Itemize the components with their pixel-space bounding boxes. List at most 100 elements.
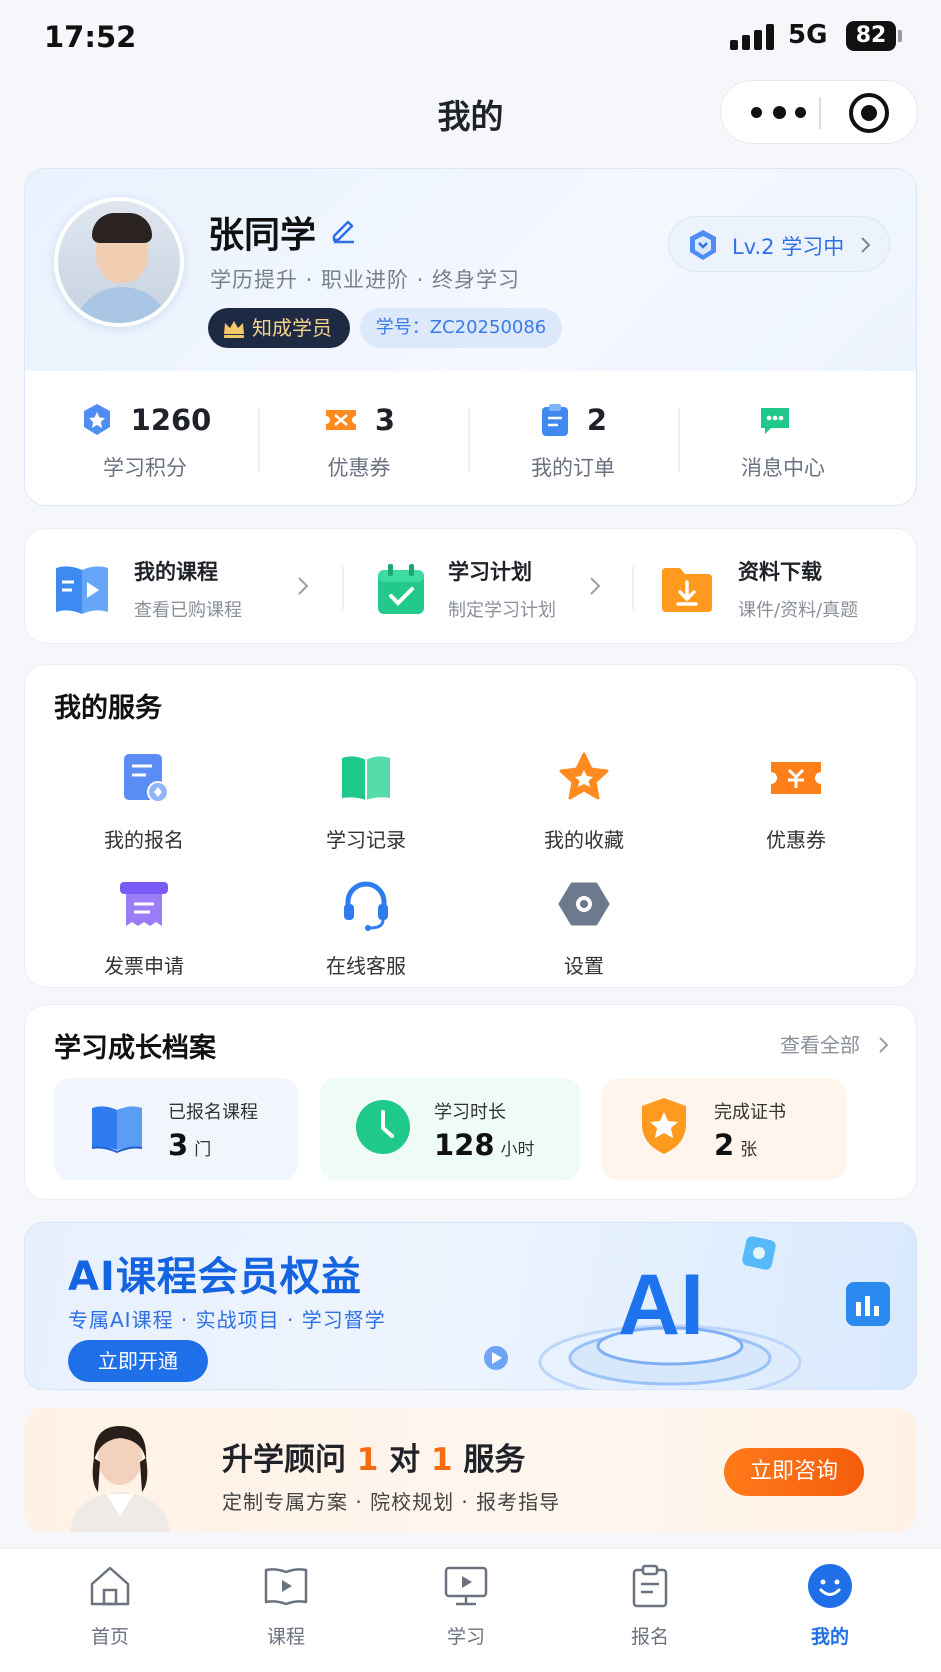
stat-orders[interactable]: 2 我的订单 (468, 400, 678, 482)
study-monitor-icon (444, 1566, 488, 1606)
advisor-title-text: 对 (378, 1442, 431, 1478)
service-invoice[interactable]: 发票申请 (54, 876, 234, 979)
service-label: 我的收藏 (544, 828, 624, 852)
growth-item-certificates[interactable]: 完成证书 2张 (602, 1078, 846, 1180)
tab-courses[interactable]: 课程 (226, 1562, 346, 1649)
tab-home[interactable]: 首页 (50, 1562, 170, 1649)
settings-icon (558, 882, 610, 926)
service-online-support[interactable]: 在线客服 (276, 876, 456, 979)
service-label: 学习记录 (326, 828, 406, 852)
consult-button[interactable]: 立即咨询 (724, 1448, 864, 1496)
stat-value: 1260 (130, 403, 212, 437)
close-target-icon[interactable] (849, 93, 889, 133)
advisor-title-highlight: 1 (356, 1442, 379, 1478)
status-time: 17:52 (44, 20, 137, 54)
ai-banner-title: AI课程会员权益 (68, 1254, 362, 1300)
tab-mine[interactable]: 我的 (770, 1562, 890, 1649)
service-study-record[interactable]: 学习记录 (276, 750, 456, 853)
service-label: 我的报名 (104, 828, 184, 852)
chevron-right-icon (298, 577, 309, 595)
user-tagline: 学历提升 · 职业进阶 · 终身学习 (210, 268, 521, 292)
book-open-icon (342, 756, 390, 800)
advisor-title: 升学顾问 1 对 1 服务 (222, 1434, 525, 1479)
quick-link-subtitle: 制定学习计划 (448, 600, 556, 621)
quick-link-subtitle: 查看已购课程 (134, 600, 242, 621)
growth-title: 学习成长档案 (54, 1033, 216, 1064)
view-all-link[interactable]: 查看全部 (780, 1029, 890, 1058)
advisor-title-text: 升学顾问 (222, 1442, 357, 1478)
tab-label: 我的 (810, 1626, 849, 1648)
student-id-badge: 学号：ZC20250086 (360, 308, 562, 348)
avatar[interactable] (54, 197, 184, 327)
tab-label: 学习 (446, 1626, 485, 1648)
user-name: 张同学 (208, 215, 317, 256)
invoice-icon (120, 882, 168, 926)
certificate-shield-icon (642, 1098, 686, 1154)
service-label: 发票申请 (104, 954, 184, 978)
message-icon (761, 408, 789, 434)
stat-label: 优惠券 (327, 456, 391, 480)
more-icon[interactable] (751, 103, 809, 123)
home-icon (90, 1566, 130, 1606)
signal-icon (730, 24, 774, 50)
growth-label: 已报名课程 (168, 1102, 258, 1123)
level-text: Lv.2 学习中 (732, 235, 845, 259)
chevron-right-icon (861, 237, 871, 253)
registration-icon (124, 754, 169, 803)
growth-value: 128 (434, 1128, 495, 1162)
level-shield-icon (690, 230, 716, 260)
chevron-right-icon (879, 1037, 889, 1053)
crown-icon (224, 321, 244, 338)
service-favorites[interactable]: 我的收藏 (494, 750, 674, 853)
growth-item-study-time[interactable]: 学习时长 128 小时 (320, 1078, 580, 1180)
quick-link-title: 资料下载 (738, 560, 822, 584)
growth-unit: 张 (740, 1140, 758, 1160)
battery-tip (898, 30, 902, 42)
coupon-icon (325, 410, 356, 430)
stat-label: 学习积分 (103, 456, 187, 480)
service-label: 在线客服 (326, 954, 406, 978)
stat-messages[interactable]: 消息中心 (678, 400, 888, 482)
growth-label: 完成证书 (714, 1102, 786, 1123)
advisor-subtitle: 定制专属方案 · 院校规划 · 报考指导 (222, 1490, 561, 1514)
course-icon (264, 1568, 308, 1606)
clipboard-icon (632, 1564, 668, 1608)
calendar-check-icon (378, 564, 424, 614)
stat-label: 消息中心 (741, 456, 825, 480)
network-type: 5G (788, 20, 828, 50)
quick-link-title: 学习计划 (448, 560, 532, 584)
edit-icon[interactable] (328, 214, 358, 244)
stat-value: 2 (586, 403, 608, 437)
ai-banner-subtitle: 专属AI课程 · 实战项目 · 学习督学 (68, 1308, 386, 1332)
growth-item-courses[interactable]: 已报名课程 3门 (54, 1078, 298, 1180)
clock-icon (356, 1100, 410, 1154)
advisor-photo (70, 1426, 170, 1532)
tab-registration[interactable]: 报名 (590, 1562, 710, 1649)
advisor-title-text: 服务 (452, 1442, 526, 1478)
headset-icon (344, 881, 388, 931)
view-all-label: 查看全部 (780, 1033, 860, 1057)
capsule-divider (819, 97, 821, 129)
advisor-title-highlight: 1 (430, 1442, 453, 1478)
smile-icon (808, 1564, 852, 1608)
quick-link-study-plan[interactable]: 学习计划 制定学习计划 (376, 556, 556, 622)
services-title: 我的服务 (54, 693, 162, 724)
activate-button[interactable]: 立即开通 (68, 1340, 208, 1382)
stat-points[interactable]: 1260 学习积分 (40, 400, 250, 482)
coupon-icon (771, 762, 821, 794)
tab-label: 报名 (630, 1626, 669, 1648)
service-my-registration[interactable]: 我的报名 (54, 750, 234, 853)
quick-link-my-courses[interactable]: 我的课程 查看已购课程 (52, 556, 242, 622)
service-coupons[interactable]: 优惠券 (706, 750, 886, 853)
course-video-icon (56, 566, 108, 614)
quick-link-title: 我的课程 (134, 560, 218, 584)
points-icon (83, 404, 110, 435)
star-icon (559, 752, 609, 800)
mini-program-capsule (720, 80, 918, 144)
quick-link-downloads[interactable]: 资料下载 课件/资料/真题 (660, 556, 858, 622)
chevron-right-icon (590, 577, 601, 595)
tab-study[interactable]: 学习 (406, 1562, 526, 1649)
stat-coupons[interactable]: 3 优惠券 (254, 400, 464, 482)
book-icon (91, 1106, 143, 1154)
service-settings[interactable]: 设置 (494, 876, 674, 979)
